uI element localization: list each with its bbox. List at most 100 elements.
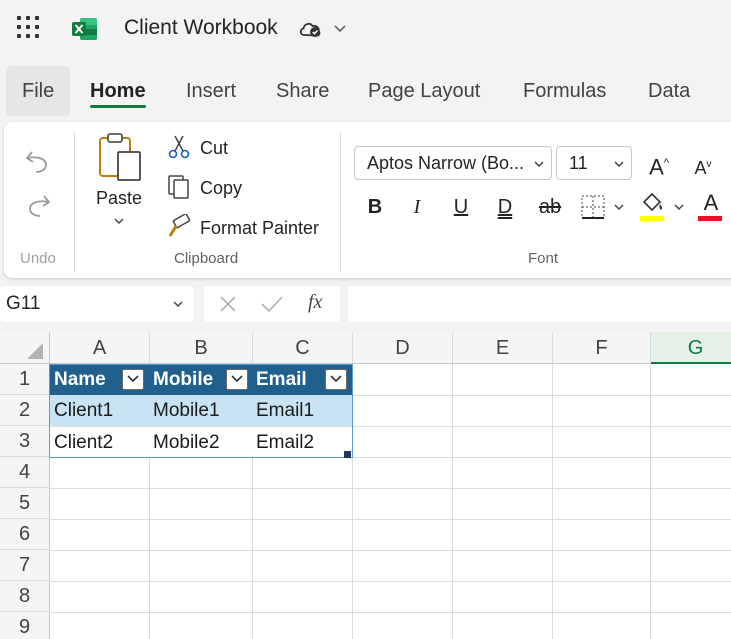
table-resize-handle[interactable]: [344, 451, 351, 458]
select-all-button[interactable]: [0, 332, 50, 364]
copy-icon[interactable]: [166, 174, 192, 200]
underline-button[interactable]: U: [448, 192, 474, 222]
decrease-font-size-glyph: A: [694, 158, 707, 178]
gridline: [50, 488, 731, 489]
spreadsheet-grid: A B C D E F G 1 2 3 4 5 6 7 8 9 Name Mob…: [0, 332, 731, 639]
gridline: [50, 550, 731, 551]
table-header-cell-mobile[interactable]: Mobile: [149, 364, 252, 395]
table-cell[interactable]: Email1: [252, 395, 352, 426]
font-group-label: Font: [528, 250, 559, 267]
paste-button[interactable]: Paste: [96, 188, 142, 209]
chevron-down-icon: [127, 375, 139, 383]
filter-dropdown-button[interactable]: [226, 369, 248, 390]
table-cell[interactable]: Client2: [50, 427, 149, 458]
row-header-5[interactable]: 5: [0, 488, 50, 519]
tab-share[interactable]: Share: [260, 66, 345, 116]
paste-options-chevron-icon[interactable]: [112, 216, 126, 228]
column-header-c[interactable]: C: [253, 332, 353, 364]
formula-buttons: fx: [204, 286, 340, 322]
cut-icon[interactable]: [168, 134, 190, 160]
cut-button[interactable]: Cut: [200, 138, 228, 159]
fill-color-icon[interactable]: [638, 190, 666, 222]
table-cell[interactable]: Mobile2: [149, 427, 252, 458]
bold-button[interactable]: B: [362, 192, 388, 222]
borders-chevron-icon[interactable]: [612, 202, 626, 214]
strikethrough-button[interactable]: ab: [534, 192, 566, 222]
column-header-b[interactable]: B: [150, 332, 253, 364]
font-name-value: Aptos Narrow (Bo...: [367, 153, 525, 173]
table-cell[interactable]: Client1: [50, 395, 149, 426]
table-header-label: Name: [54, 369, 106, 390]
filter-dropdown-button[interactable]: [325, 369, 347, 390]
tab-file[interactable]: File: [6, 66, 71, 116]
name-box-value: G11: [6, 293, 41, 314]
tab-home[interactable]: Home: [74, 66, 162, 116]
tab-data[interactable]: Data: [632, 66, 706, 116]
gridline: [452, 364, 453, 639]
chevron-down-icon[interactable]: [172, 298, 184, 310]
title-bar: Client Workbook: [0, 0, 731, 58]
group-divider: [340, 132, 341, 272]
font-size-value: 11: [569, 153, 588, 173]
cancel-icon[interactable]: [218, 294, 238, 314]
column-header-a[interactable]: A: [50, 332, 150, 364]
column-header-e[interactable]: E: [453, 332, 553, 364]
formula-input[interactable]: [348, 286, 731, 322]
column-header-g[interactable]: G: [651, 332, 731, 364]
increase-font-size-button[interactable]: A^: [644, 148, 674, 180]
select-all-triangle-icon: [27, 343, 43, 359]
row-header-3[interactable]: 3: [0, 426, 50, 457]
font-color-button[interactable]: A: [698, 188, 724, 218]
paste-icon[interactable]: [96, 132, 144, 182]
chevron-down-icon: [231, 375, 243, 383]
table-header-label: Email: [256, 369, 307, 390]
row-header-1[interactable]: 1: [0, 364, 50, 395]
ribbon-home: Undo Paste Cut Copy Format Painter Clipb…: [4, 122, 731, 278]
redo-icon[interactable]: [24, 192, 52, 218]
format-painter-icon[interactable]: [166, 214, 192, 240]
column-header-d[interactable]: D: [353, 332, 453, 364]
filter-dropdown-button[interactable]: [122, 369, 144, 390]
font-name-dropdown[interactable]: Aptos Narrow (Bo...: [354, 146, 552, 180]
increase-font-size-glyph: A: [649, 154, 664, 180]
insert-function-button[interactable]: fx: [308, 291, 322, 314]
gridline: [50, 612, 731, 613]
group-divider: [74, 132, 75, 272]
row-header-2[interactable]: 2: [0, 395, 50, 426]
workbook-title[interactable]: Client Workbook: [124, 16, 278, 40]
copy-button[interactable]: Copy: [200, 178, 242, 199]
font-size-dropdown[interactable]: 11: [556, 146, 632, 180]
row-header-4[interactable]: 4: [0, 457, 50, 488]
borders-icon[interactable]: [580, 194, 606, 220]
name-box[interactable]: G11: [0, 286, 194, 322]
row-header-7[interactable]: 7: [0, 550, 50, 581]
gridline: [352, 364, 353, 639]
row-header-8[interactable]: 8: [0, 581, 50, 612]
double-underline-button[interactable]: D: [492, 192, 518, 222]
gridline: [552, 364, 553, 639]
tab-home-label: Home: [90, 80, 146, 102]
chevron-down-icon[interactable]: [332, 20, 348, 36]
table-header-cell-email[interactable]: Email: [252, 364, 352, 395]
italic-button[interactable]: I: [404, 192, 430, 222]
table-cell[interactable]: Email2: [252, 427, 352, 458]
fill-color-chevron-icon[interactable]: [672, 202, 686, 214]
tab-formulas[interactable]: Formulas: [507, 66, 622, 116]
row-header-6[interactable]: 6: [0, 519, 50, 550]
tab-insert[interactable]: Insert: [170, 66, 252, 116]
formula-bar: G11 fx: [0, 286, 731, 322]
enter-check-icon[interactable]: [260, 294, 284, 314]
column-header-f[interactable]: F: [553, 332, 651, 364]
gridline: [50, 581, 731, 582]
undo-icon[interactable]: [24, 148, 52, 174]
font-color-swatch: [698, 216, 722, 221]
active-tab-indicator: [90, 105, 146, 108]
row-header-9[interactable]: 9: [0, 612, 50, 639]
table-header-cell-name[interactable]: Name: [50, 364, 149, 395]
decrease-font-size-button[interactable]: Av: [688, 150, 718, 180]
app-launcher-icon[interactable]: [17, 16, 41, 40]
table-cell[interactable]: Mobile1: [149, 395, 252, 426]
cloud-saved-icon[interactable]: [298, 18, 322, 38]
tab-page-layout[interactable]: Page Layout: [352, 66, 496, 116]
format-painter-button[interactable]: Format Painter: [200, 218, 319, 239]
